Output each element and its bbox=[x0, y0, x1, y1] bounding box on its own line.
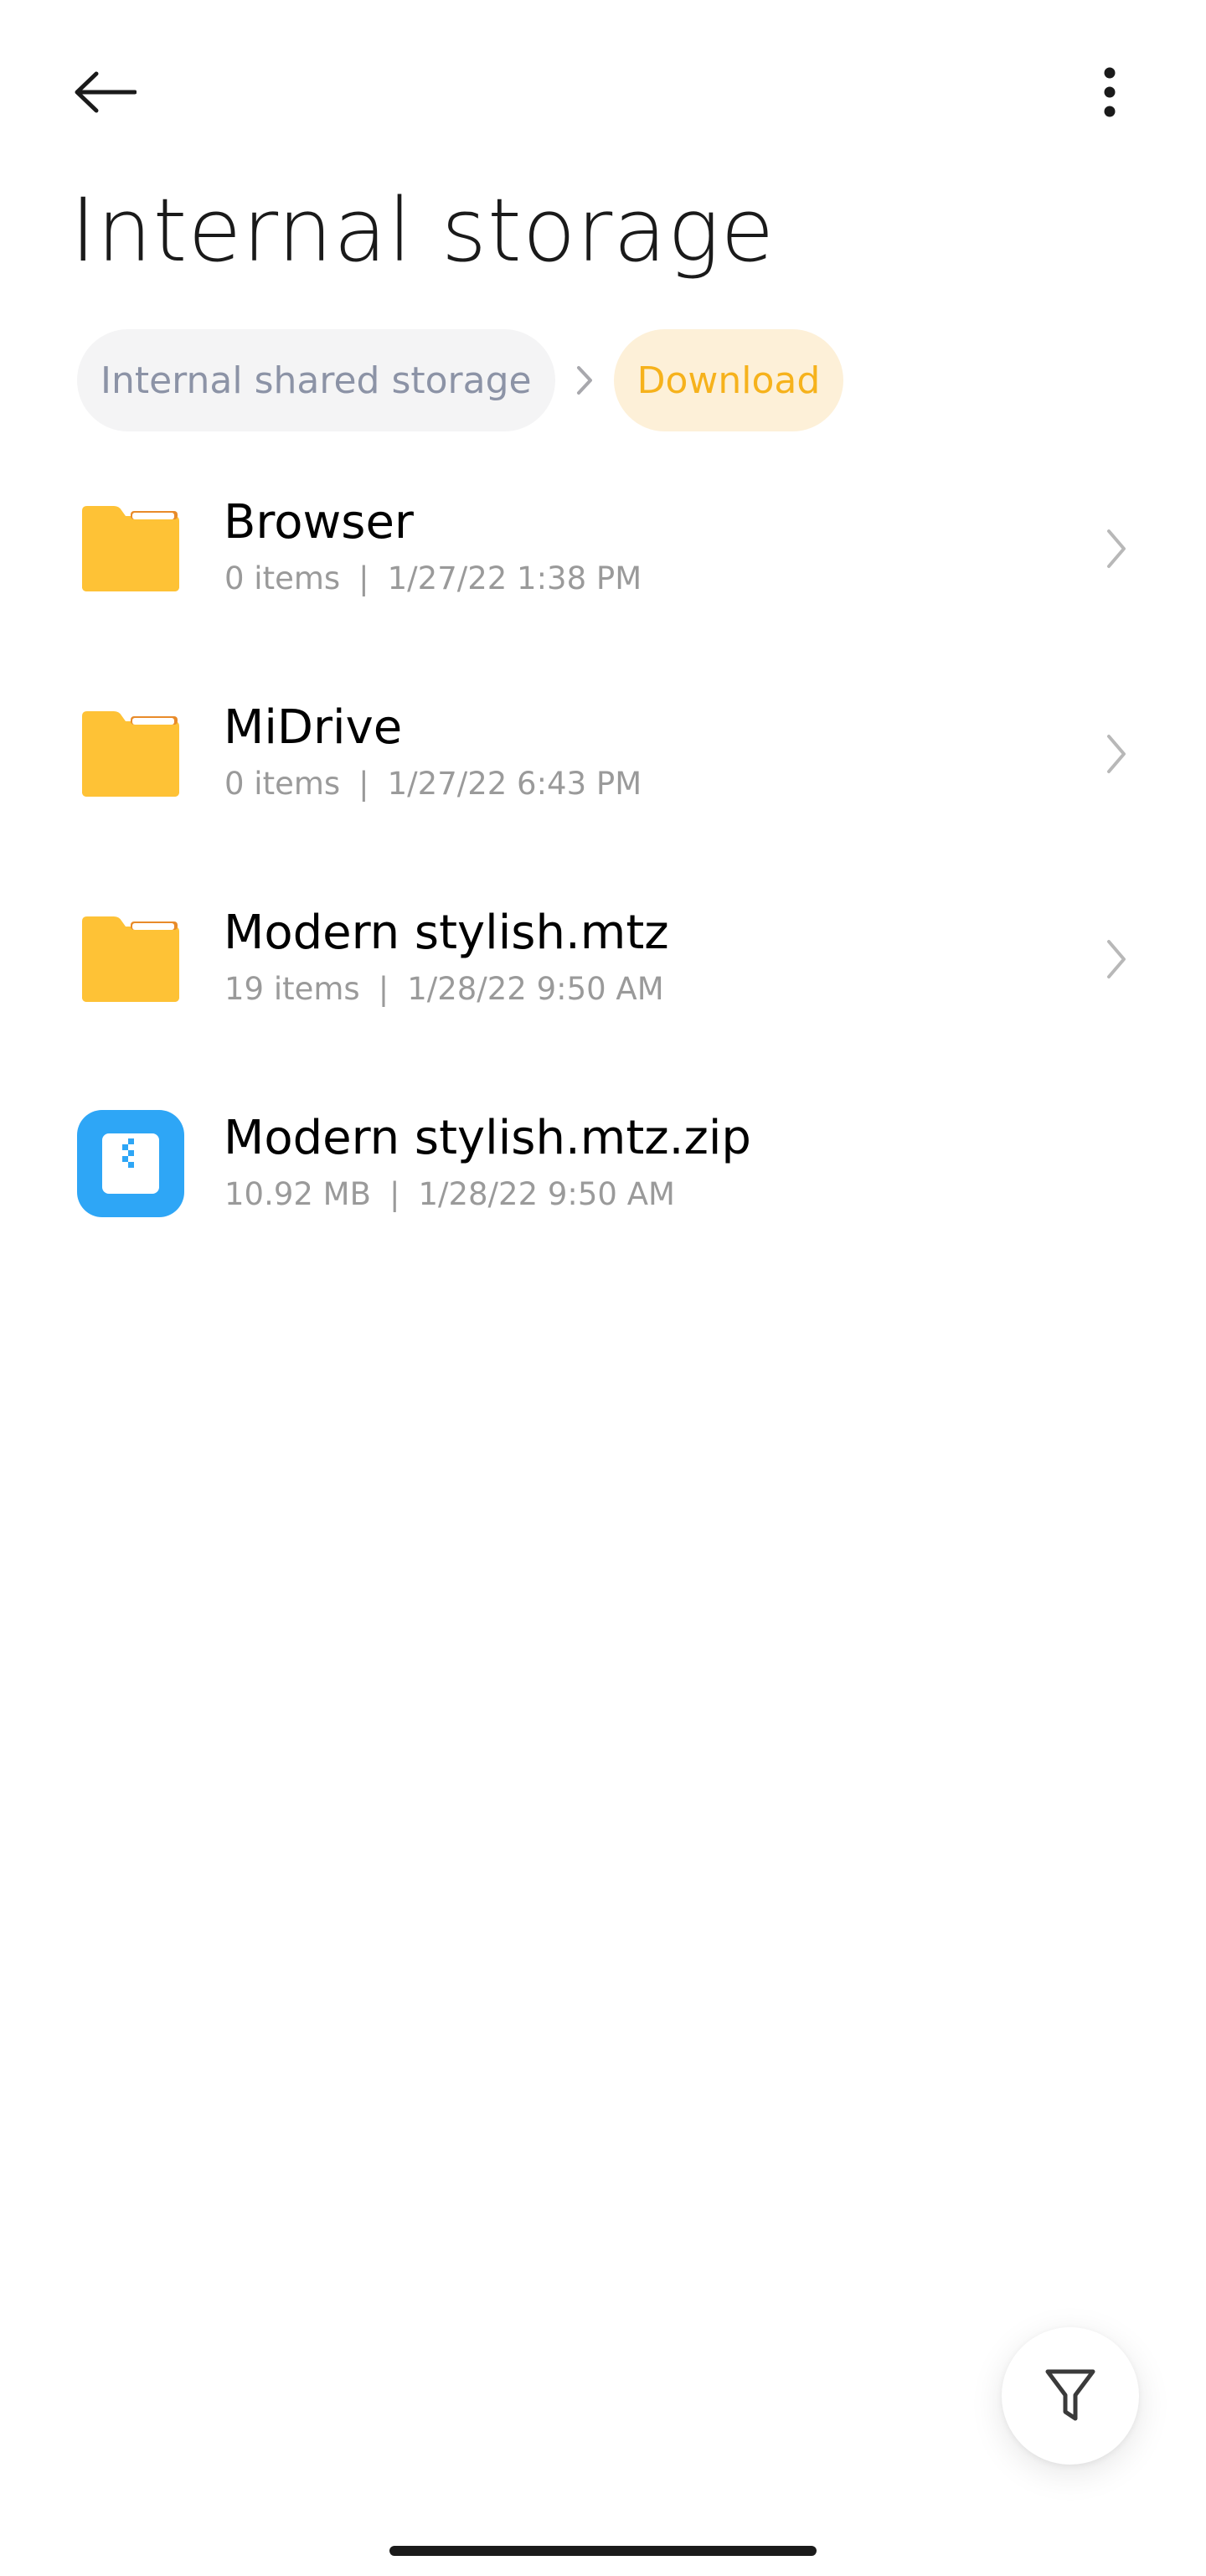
back-button[interactable] bbox=[59, 46, 151, 138]
arrow-left-icon bbox=[75, 71, 137, 113]
breadcrumb-separator bbox=[555, 329, 614, 431]
breadcrumb-item-label: Internal shared storage bbox=[100, 359, 532, 402]
folder-icon bbox=[82, 506, 179, 591]
chevron-right-icon bbox=[1107, 735, 1126, 773]
folder-icon bbox=[82, 916, 179, 1002]
file-name: Browser bbox=[224, 495, 414, 550]
file-name: MiDrive bbox=[224, 700, 403, 755]
page-title: Internal storage bbox=[70, 179, 776, 281]
breadcrumb-item-label: Download bbox=[636, 359, 821, 402]
breadcrumb-item-download[interactable]: Download bbox=[613, 329, 844, 431]
chevron-right-icon bbox=[576, 366, 592, 395]
breadcrumb: Internal shared storage Download bbox=[77, 329, 844, 431]
file-date: 1/27/22 6:43 PM bbox=[387, 766, 642, 802]
list-item[interactable]: Modern stylish.mtz.zip 10.92 MB | 1/28/22 … bbox=[0, 1085, 1206, 1290]
file-meta: 10.92 MB | 1/28/22 9:50 AM bbox=[224, 1174, 675, 1216]
file-name: Modern stylish.mtz bbox=[224, 906, 669, 960]
filter-button[interactable] bbox=[1002, 2327, 1139, 2465]
chevron-right-icon bbox=[1107, 940, 1126, 978]
file-meta: 0 items | 1/27/22 1:38 PM bbox=[224, 558, 642, 600]
file-size: 10.92 MB bbox=[224, 1176, 371, 1212]
folder-icon bbox=[82, 711, 179, 797]
meta-separator: | bbox=[358, 560, 369, 596]
file-meta: 19 items | 1/28/22 9:50 AM bbox=[224, 968, 664, 1010]
meta-separator: | bbox=[389, 1176, 400, 1212]
file-date: 1/28/22 9:50 AM bbox=[418, 1176, 675, 1212]
file-list: Browser 0 items | 1/27/22 1:38 PM MiDrive … bbox=[0, 469, 1206, 1290]
breadcrumb-item-internal-shared-storage[interactable]: Internal shared storage bbox=[77, 329, 555, 431]
file-date: 1/28/22 9:50 AM bbox=[407, 971, 664, 1007]
meta-separator: | bbox=[378, 971, 389, 1007]
meta-separator: | bbox=[358, 766, 369, 802]
list-item[interactable]: MiDrive 0 items | 1/27/22 6:43 PM bbox=[0, 674, 1206, 880]
zip-archive-icon bbox=[77, 1110, 184, 1217]
file-item-count: 0 items bbox=[224, 560, 341, 596]
file-name: Modern stylish.mtz.zip bbox=[224, 1111, 751, 1165]
file-meta: 0 items | 1/27/22 6:43 PM bbox=[224, 763, 642, 805]
home-indicator[interactable] bbox=[389, 2546, 817, 2556]
file-manager-screen: Internal storage Internal shared storage… bbox=[0, 0, 1206, 2576]
filter-icon bbox=[1045, 2369, 1095, 2421]
more-vertical-icon bbox=[1104, 67, 1116, 117]
more-options-button[interactable] bbox=[1068, 46, 1152, 138]
file-item-count: 0 items bbox=[224, 766, 341, 802]
file-date: 1/27/22 1:38 PM bbox=[387, 560, 642, 596]
list-item[interactable]: Modern stylish.mtz 19 items | 1/28/22 9:50… bbox=[0, 880, 1206, 1085]
file-item-count: 19 items bbox=[224, 971, 360, 1007]
list-item[interactable]: Browser 0 items | 1/27/22 1:38 PM bbox=[0, 469, 1206, 674]
chevron-right-icon bbox=[1107, 529, 1126, 568]
